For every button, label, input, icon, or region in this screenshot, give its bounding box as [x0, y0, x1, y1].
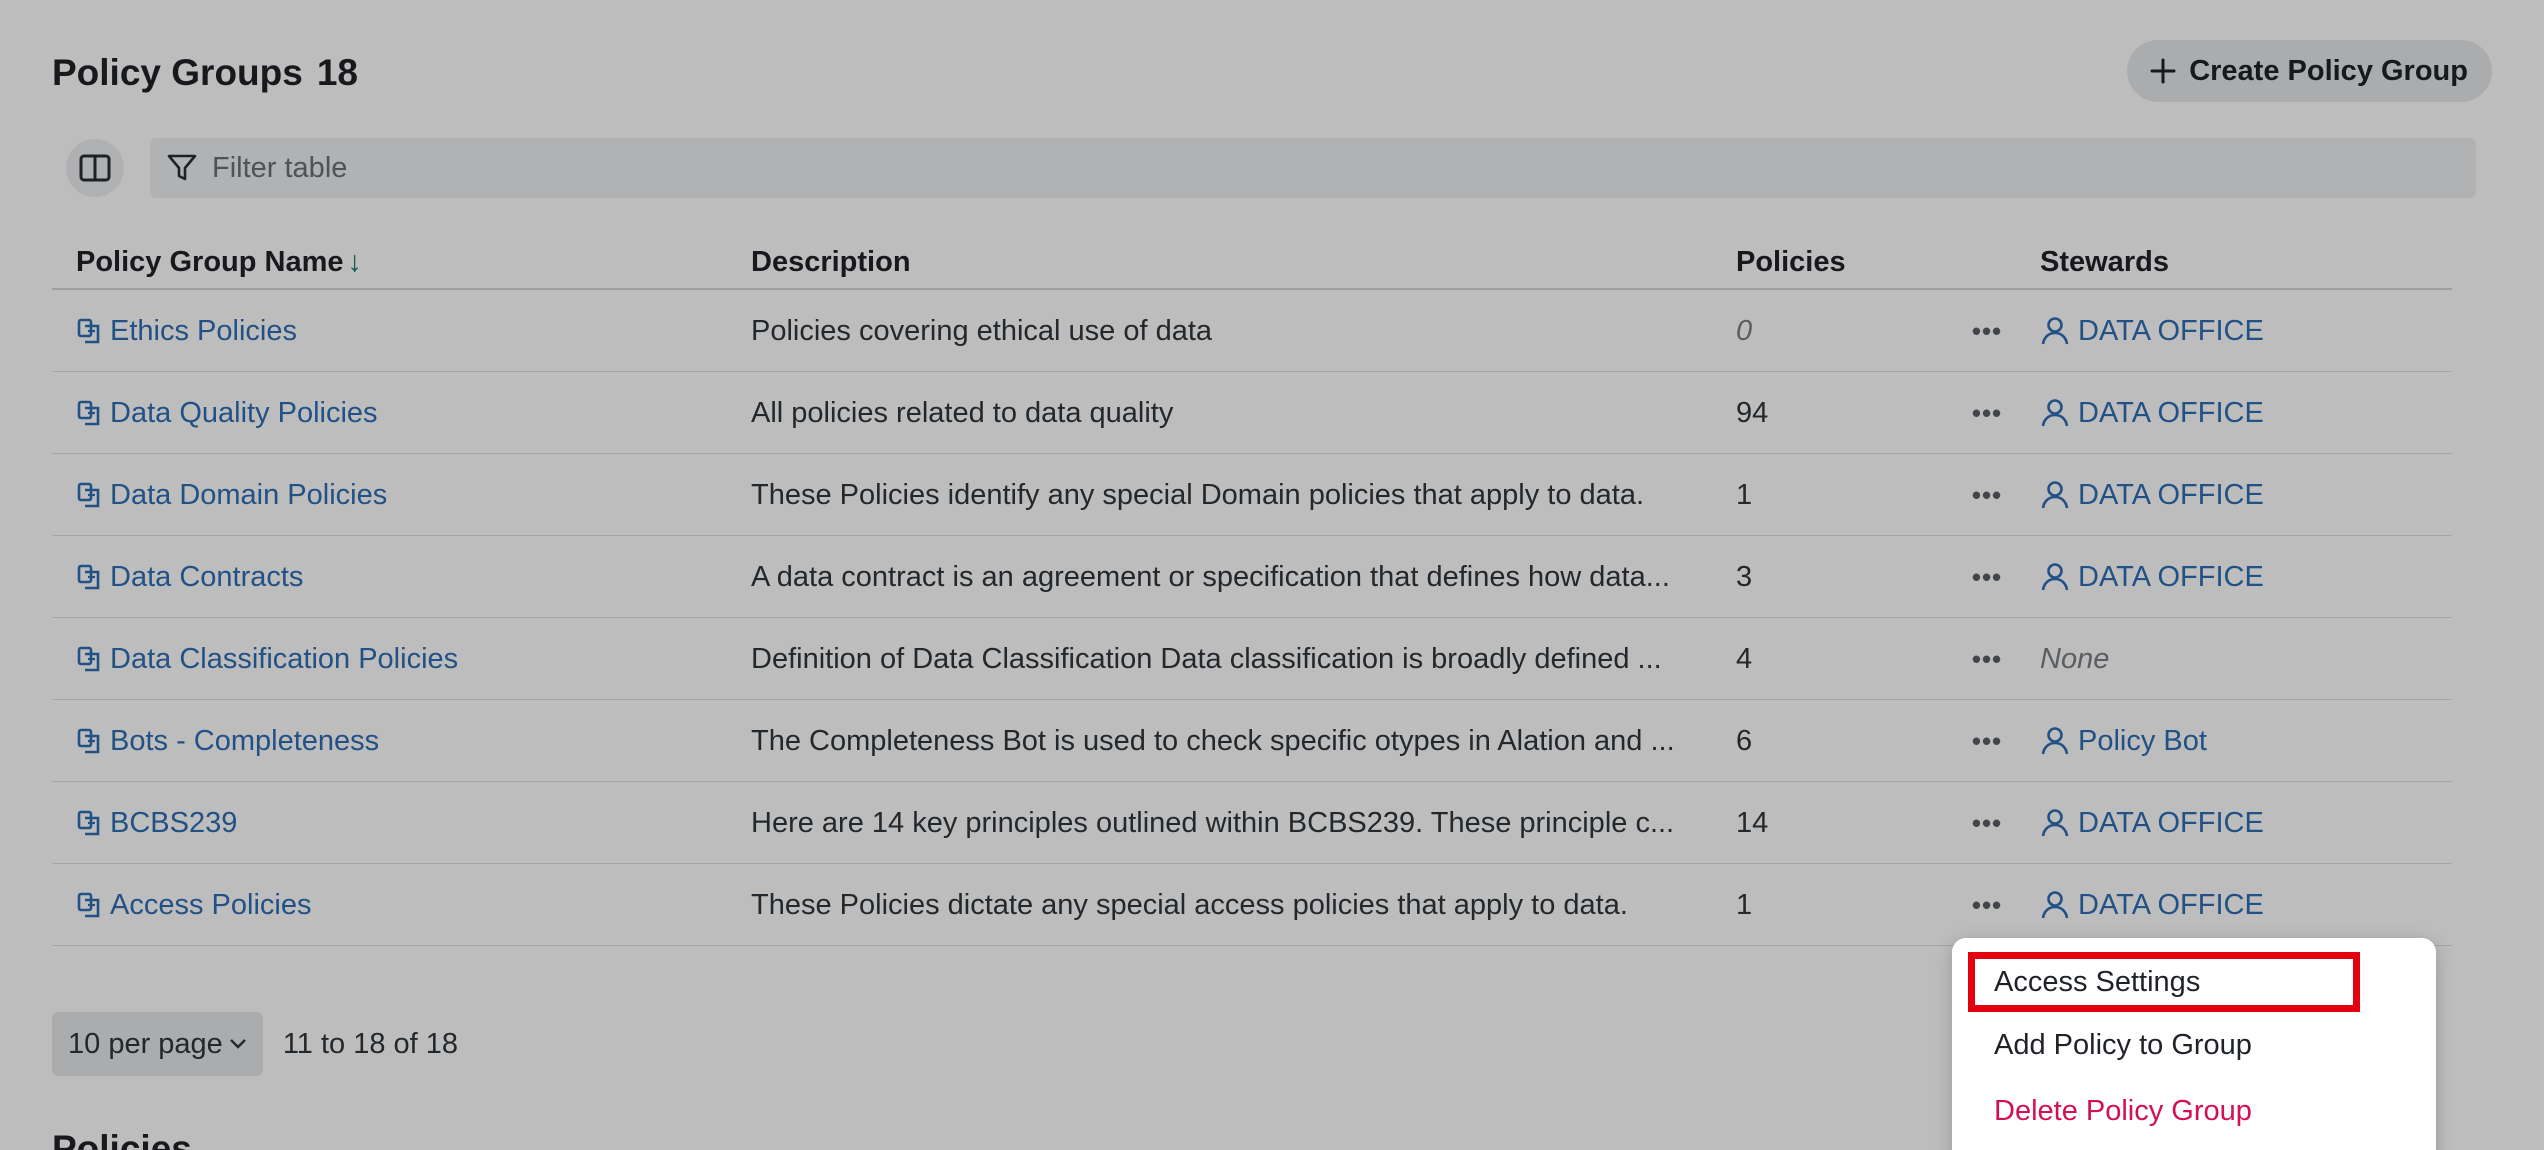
menu-item-add-policy-to-group[interactable]: Add Policy to Group [1952, 1012, 2436, 1078]
row-actions-menu: Access Settings Add Policy to Group Dele… [1952, 938, 2436, 1150]
menu-item-delete-policy-group[interactable]: Delete Policy Group [1952, 1078, 2436, 1144]
menu-item-access-settings[interactable]: Access Settings [1968, 952, 2360, 1012]
